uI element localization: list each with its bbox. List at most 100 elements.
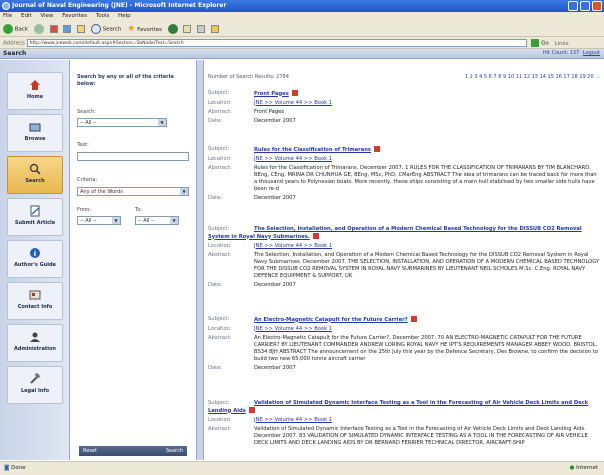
result-record: Subject: An Electro-Magnetic Catapult for… (208, 316, 600, 374)
logout-link[interactable]: Logout (583, 50, 600, 56)
menu-file[interactable]: File (3, 13, 12, 19)
sidebar-item-home[interactable]: Home (7, 72, 63, 110)
to-select[interactable]: -- All -- ▼ (135, 216, 179, 225)
result-location-link[interactable]: JNE >> Volume 44 >> Book 1 (254, 326, 600, 333)
hit-count: Hit Count: 137 (542, 50, 580, 56)
panel-splitter[interactable] (197, 60, 204, 460)
admin-icon (30, 332, 40, 342)
svg-text:i: i (34, 250, 36, 258)
address-input[interactable]: http://www.jneweb.com/default.aspx#Secti… (26, 39, 527, 47)
folder-button[interactable] (210, 25, 219, 33)
chevron-down-icon: ▼ (170, 217, 178, 224)
menu-bar: File Edit View Favorites Tools Help (0, 12, 604, 21)
forward-button[interactable] (33, 24, 44, 34)
result-title-link[interactable]: Front Pages (254, 91, 289, 97)
search-scope-select[interactable]: -- All -- ▼ (77, 118, 167, 127)
result-location-link[interactable]: JNE >> Volume 44 >> Book 1 (254, 243, 600, 250)
result-title-link[interactable]: The Selection, Installation, and Operati… (208, 226, 582, 240)
menu-tools[interactable]: Tools (96, 13, 110, 19)
pdf-icon[interactable] (374, 146, 381, 152)
page-done-icon: ◙ (4, 465, 10, 471)
search-hint: Search by any or all of the criteria bel… (77, 74, 174, 87)
from-select[interactable]: -- All -- ▼ (77, 216, 121, 225)
page-title: Search (3, 50, 27, 57)
result-title-link[interactable]: Rules for the Classification of Trimaran… (254, 147, 371, 153)
home-icon (30, 80, 40, 90)
sidebar-item-browse[interactable]: Browse (7, 114, 63, 152)
browse-icon (29, 123, 41, 132)
pdf-icon[interactable] (312, 233, 319, 239)
pagination[interactable]: 1 2 3 4 5 6 7 8 9 10 11 12 13 14 15 16 1… (465, 74, 600, 80)
guide-icon: i (30, 248, 40, 258)
home-page-icon (77, 25, 86, 33)
star-icon: ★ (127, 24, 136, 34)
result-abstract: Front Pages (254, 108, 285, 115)
result-record: Subject: The Selection, Installation, and… (208, 226, 600, 288)
result-location-link[interactable]: JNE >> Volume 44 >> Book 1 (254, 100, 600, 107)
sidebar-item-authors-guide[interactable]: i Author's Guide (7, 240, 63, 278)
links-label[interactable]: Links (555, 41, 569, 47)
refresh-icon (63, 25, 72, 33)
go-icon[interactable] (531, 39, 540, 47)
result-record: Subject: Validation of Simulated Dynamic … (208, 400, 600, 449)
sidebar-item-submit-article[interactable]: Submit Article (7, 198, 63, 236)
result-record: Subject: Front Pages Location: JNE >> Volu… (208, 90, 600, 127)
reset-button[interactable]: Reset (83, 448, 97, 454)
result-title-link[interactable]: Validation of Simulated Dynamic Interfac… (208, 400, 588, 414)
result-date: December 2007 (254, 281, 296, 288)
hit-count-area: Hit Count: 137 Logout (543, 50, 600, 56)
legal-icon (30, 373, 41, 384)
menu-view[interactable]: View (40, 13, 53, 19)
mail-icon (183, 25, 192, 33)
search-submit-button[interactable]: Search (166, 448, 183, 454)
result-location-link[interactable]: JNE >> Volume 44 >> Book 1 (254, 156, 600, 163)
search-icon (29, 163, 41, 175)
window-title-bar: Journal of Naval Engineering (JNE) - Mic… (0, 0, 604, 12)
mail-button[interactable] (183, 25, 192, 33)
refresh-button[interactable] (63, 25, 72, 33)
menu-favorites[interactable]: Favorites (62, 13, 87, 19)
sidebar-item-legal-info[interactable]: Legal Info (7, 366, 63, 404)
menu-help[interactable]: Help (118, 13, 131, 19)
sidebar-item-administration[interactable]: Administration (7, 324, 63, 362)
menu-edit[interactable]: Edit (21, 13, 32, 19)
sidebar-item-search[interactable]: Search (7, 156, 63, 194)
home-toolbar-button[interactable] (77, 25, 86, 33)
minimize-button[interactable] (568, 1, 578, 11)
to-label: To: (135, 207, 142, 213)
globe-icon: ● (569, 465, 575, 471)
address-bar: Address http://www.jneweb.com/default.as… (0, 37, 604, 49)
pdf-icon[interactable] (291, 90, 298, 96)
result-location-link[interactable]: JNE >> Volume 44 >> Book 1 (254, 417, 600, 424)
result-abstract: Validation of Simulated Dynamic Interfac… (254, 425, 588, 446)
go-label[interactable]: Go (541, 41, 549, 47)
stop-button[interactable] (49, 25, 58, 33)
stop-icon (49, 25, 58, 33)
chevron-down-icon: ▼ (180, 188, 188, 195)
criteria-select[interactable]: Any of the Words ▼ (77, 187, 189, 196)
back-arrow-icon (3, 24, 13, 34)
back-button[interactable]: Back (3, 24, 28, 34)
search-toolbar-button[interactable]: Search (90, 24, 122, 34)
result-title-link[interactable]: An Electro-Magnetic Catapult for the Fut… (254, 317, 408, 323)
print-button[interactable] (197, 25, 206, 33)
pdf-icon[interactable] (248, 407, 255, 413)
magnifier-icon (90, 24, 101, 34)
sidebar-item-contact-info[interactable]: Contact Info (7, 282, 63, 320)
result-abstract: An Electro-Magnetic Catapult for the Fut… (254, 334, 598, 362)
result-record: Subject: Rules for the Classification of … (208, 146, 600, 204)
media-button[interactable] (167, 24, 178, 34)
result-date: December 2007 (254, 117, 296, 124)
chevron-down-icon: ▼ (112, 217, 120, 224)
results-pane: Number of Search Results: 2784 1 2 3 4 5… (204, 60, 604, 460)
search-panel-footer: Reset Search (79, 446, 187, 456)
maximize-button[interactable] (580, 1, 590, 11)
close-button[interactable] (592, 1, 602, 11)
folder-icon (210, 25, 219, 33)
search-text-input[interactable] (77, 152, 189, 161)
search-panel: Search by any or all of the criteria bel… (71, 60, 197, 460)
favorites-toolbar-button[interactable]: ★ Favorites (127, 24, 162, 34)
pdf-icon[interactable] (410, 316, 417, 322)
chevron-down-icon: ▼ (158, 119, 166, 126)
submit-icon (30, 205, 40, 217)
